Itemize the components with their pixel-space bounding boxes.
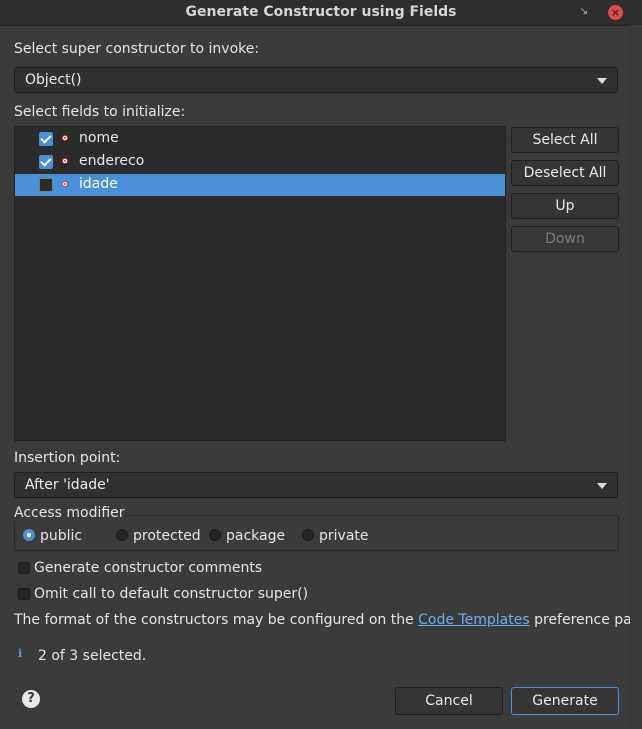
radio-private[interactable]: [302, 529, 314, 541]
insertion-point-label: Insertion point:: [14, 450, 121, 466]
up-button[interactable]: Up: [511, 193, 619, 219]
field-checkbox-endereco[interactable]: [39, 155, 53, 169]
radio-protected-label[interactable]: protected: [133, 528, 201, 544]
down-button[interactable]: Down: [511, 226, 619, 252]
template-info-text: The format of the constructors may be co…: [14, 612, 642, 628]
access-modifier-label: Access modifier: [14, 505, 127, 521]
insertion-point-value: After 'idade': [25, 477, 110, 493]
title-bar: Generate Constructor using Fields ↘ ×: [0, 0, 642, 26]
super-constructor-select[interactable]: Object(): [14, 67, 618, 93]
code-templates-link[interactable]: Code Templates: [418, 612, 529, 628]
selection-status: 2 of 3 selected.: [38, 648, 147, 664]
chevron-down-icon: [597, 483, 607, 489]
radio-package[interactable]: [209, 529, 221, 541]
field-name: endereco: [79, 153, 145, 169]
radio-public[interactable]: [23, 529, 35, 541]
close-icon[interactable]: ×: [608, 5, 623, 20]
generate-button[interactable]: Generate: [511, 687, 619, 715]
private-field-icon: [62, 158, 68, 164]
field-row-nome[interactable]: nome: [15, 128, 505, 150]
super-constructor-value: Object(): [25, 72, 82, 88]
select-all-button[interactable]: Select All: [511, 127, 619, 153]
generate-comments-checkbox[interactable]: [18, 562, 30, 574]
field-row-idade[interactable]: idade: [15, 174, 505, 196]
scrollbar-edge: [630, 25, 642, 729]
fields-list[interactable]: nome endereco idade: [14, 126, 506, 441]
radio-protected[interactable]: [116, 529, 128, 541]
window-title: Generate Constructor using Fields: [185, 4, 457, 20]
deselect-all-button[interactable]: Deselect All: [511, 160, 619, 186]
field-name: idade: [79, 176, 118, 192]
radio-public-label[interactable]: public: [40, 528, 82, 544]
template-info-prefix: The format of the constructors may be co…: [14, 612, 419, 628]
omit-super-label[interactable]: Omit call to default constructor super(): [34, 586, 308, 602]
super-constructor-label: Select super constructor to invoke:: [14, 41, 260, 57]
field-name: nome: [79, 130, 119, 146]
field-checkbox-nome[interactable]: [39, 132, 53, 146]
radio-package-label[interactable]: package: [226, 528, 285, 544]
template-info-suffix: preference page.: [529, 612, 642, 628]
private-field-icon: [62, 135, 68, 141]
chevron-down-icon: [597, 78, 607, 84]
fields-label: Select fields to initialize:: [14, 104, 186, 120]
omit-super-checkbox[interactable]: [18, 588, 30, 600]
radio-private-label[interactable]: private: [319, 528, 369, 544]
info-icon: ℹ: [18, 647, 23, 660]
help-icon[interactable]: ?: [22, 690, 40, 708]
field-row-endereco[interactable]: endereco: [15, 151, 505, 173]
field-checkbox-idade[interactable]: [39, 178, 53, 192]
cancel-button[interactable]: Cancel: [395, 687, 503, 715]
insertion-point-select[interactable]: After 'idade': [14, 472, 618, 498]
restore-icon[interactable]: ↘: [578, 6, 590, 18]
generate-comments-label[interactable]: Generate constructor comments: [34, 560, 262, 576]
private-field-icon: [62, 181, 68, 187]
